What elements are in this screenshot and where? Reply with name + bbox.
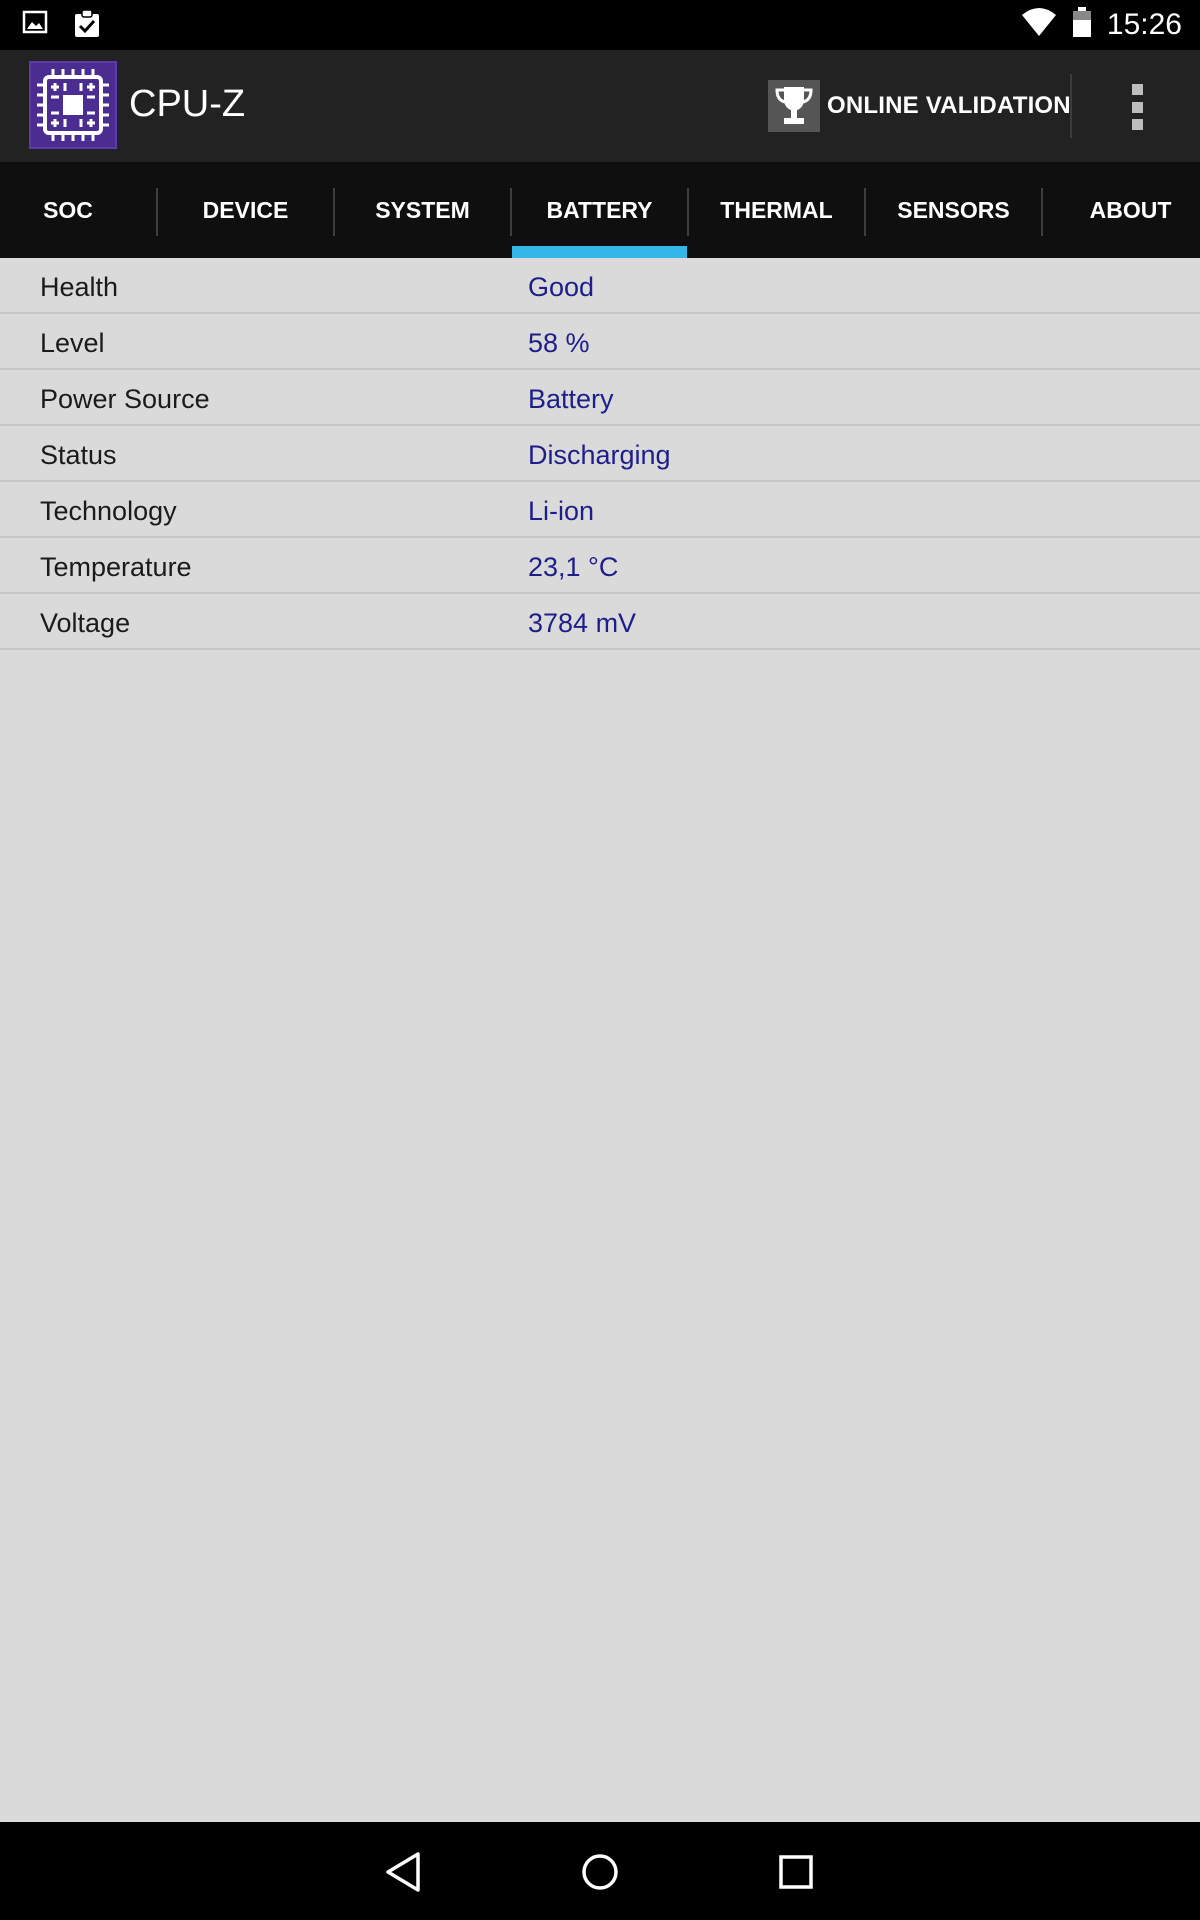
tab-thermal[interactable]: THERMAL (689, 162, 864, 258)
row-value: 3784 mV (528, 608, 637, 638)
app-bar-divider (1070, 74, 1072, 138)
home-icon[interactable] (572, 1844, 628, 1900)
row-value: Good (528, 272, 595, 302)
tab-bar: SOC DEVICE SYSTEM BATTERY THERMAL SENSOR… (0, 162, 1200, 258)
app-title: CPU-Z (129, 83, 246, 125)
row-value: 58 % (528, 328, 590, 358)
list-item: Status Discharging (0, 426, 1200, 482)
row-value: 23,1 °C (528, 552, 619, 582)
active-tab-indicator (512, 246, 687, 258)
online-validation-button[interactable]: ONLINE VALIDATION (768, 80, 1071, 132)
app-bar: CPU-Z ONLINE VALIDATION (0, 50, 1200, 162)
row-label: Level (40, 328, 105, 358)
back-icon[interactable] (376, 1844, 432, 1900)
row-label: Technology (40, 496, 177, 526)
cpu-z-logo-icon (29, 61, 117, 149)
row-label: Status (40, 440, 117, 470)
row-label: Power Source (40, 384, 210, 414)
image-notification-icon (22, 9, 48, 44)
recents-icon[interactable] (768, 1844, 824, 1900)
row-label: Temperature (40, 552, 192, 582)
list-item: Power Source Battery (0, 370, 1200, 426)
list-item: Level 58 % (0, 314, 1200, 370)
row-label: Health (40, 272, 119, 302)
clock: 15:26 (1106, 7, 1182, 41)
battery-info-list: Health Good Level 58 % Power Source Batt… (0, 258, 1200, 650)
online-validation-label: ONLINE VALIDATION (827, 92, 1071, 119)
wifi-icon (1021, 7, 1057, 42)
row-value: Discharging (528, 440, 671, 470)
list-item: Temperature 23,1 °C (0, 538, 1200, 594)
row-value: Battery (528, 384, 614, 414)
status-bar: 15:26 (0, 0, 1200, 50)
trophy-icon (768, 80, 820, 132)
navigation-bar (0, 1822, 1200, 1920)
clipboard-check-icon (72, 9, 102, 44)
tab-system[interactable]: SYSTEM (335, 162, 510, 258)
row-value: Li-ion (528, 496, 595, 526)
overflow-menu-icon[interactable] (1122, 84, 1152, 130)
tab-device[interactable]: DEVICE (158, 162, 333, 258)
tab-sensors[interactable]: SENSORS (866, 162, 1041, 258)
battery-icon (1071, 6, 1093, 43)
row-label: Voltage (40, 608, 131, 638)
tab-soc[interactable]: SOC (0, 162, 136, 258)
list-item: Voltage 3784 mV (0, 594, 1200, 650)
tab-battery[interactable]: BATTERY (512, 162, 687, 258)
list-item: Technology Li-ion (0, 482, 1200, 538)
tab-about[interactable]: ABOUT (1043, 162, 1200, 258)
list-item: Health Good (0, 258, 1200, 314)
